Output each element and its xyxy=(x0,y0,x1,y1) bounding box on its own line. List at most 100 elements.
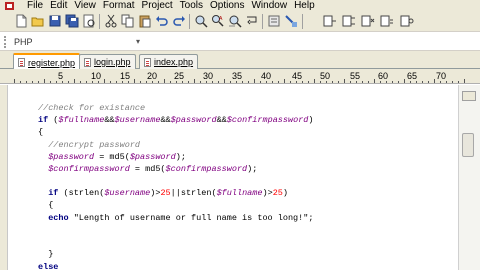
editor-gutter[interactable] xyxy=(0,85,8,270)
save-icon[interactable] xyxy=(48,14,62,28)
ruler-tick xyxy=(266,81,267,83)
ruler-tick xyxy=(128,81,129,83)
menu-help[interactable]: Help xyxy=(294,0,315,11)
ruler-tick xyxy=(458,81,459,83)
vertical-scrollbar[interactable] xyxy=(458,85,480,270)
ruler-tick xyxy=(308,81,309,83)
svg-text:A: A xyxy=(219,16,223,22)
bookmark-icon[interactable] xyxy=(284,14,298,28)
ruler-tick xyxy=(242,81,243,83)
bookmark-prev-icon[interactable] xyxy=(342,14,356,28)
menu-window[interactable]: Window xyxy=(251,0,287,11)
copy-icon[interactable] xyxy=(121,14,135,28)
ruler-tick xyxy=(146,81,147,83)
ruler-tick xyxy=(44,79,45,83)
scroll-up-button[interactable] xyxy=(462,91,476,101)
ruler-tick xyxy=(80,81,81,83)
code-operator: && xyxy=(104,115,115,125)
toolbar-grip[interactable] xyxy=(4,36,7,48)
menu-project[interactable]: Project xyxy=(142,0,173,11)
tab-register-php[interactable]: register.php xyxy=(13,53,81,70)
menu-edit[interactable]: Edit xyxy=(50,0,67,11)
ruler-tick xyxy=(206,81,207,83)
options-icon[interactable] xyxy=(400,14,414,28)
ruler-tick xyxy=(320,81,321,83)
code-keyword: if xyxy=(38,188,59,198)
code-variable: $confirmpassword xyxy=(38,164,130,174)
php-file-icon xyxy=(144,57,151,67)
save-all-icon[interactable] xyxy=(65,14,79,28)
toolbar-separator xyxy=(99,14,100,29)
code-line: $password = md5($password); xyxy=(38,151,186,163)
ruler-tick xyxy=(164,79,165,83)
code-operator: && xyxy=(160,115,171,125)
redo-icon[interactable] xyxy=(172,14,186,28)
find-icon[interactable] xyxy=(194,14,208,28)
scrollbar-thumb[interactable] xyxy=(462,133,474,157)
ruler-tick xyxy=(122,81,123,83)
tab-label: register.php xyxy=(28,57,76,68)
ruler-tick xyxy=(452,81,453,83)
chevron-down-icon[interactable]: ▾ xyxy=(136,37,140,46)
undo-icon[interactable] xyxy=(155,14,169,28)
menu-format[interactable]: Format xyxy=(103,0,135,11)
ruler-number: 10 xyxy=(91,71,102,81)
tab-label: index.php xyxy=(154,57,194,67)
ruler-tick xyxy=(434,79,435,83)
ruler-tick xyxy=(218,81,219,83)
code-editor[interactable]: //check for existance if ($fullname&&$us… xyxy=(9,85,458,270)
menu-view[interactable]: View xyxy=(74,0,96,11)
php-file-icon xyxy=(18,58,25,67)
code-variable: $username xyxy=(104,188,151,198)
ruler-tick xyxy=(50,81,51,83)
ruler-tick xyxy=(410,81,411,83)
ruler-tick xyxy=(92,81,93,83)
ruler-tick xyxy=(182,81,183,83)
code-operator: && xyxy=(216,115,227,125)
language-select[interactable]: PHP xyxy=(14,37,33,47)
code-text: ); xyxy=(175,152,186,162)
ruler-tick xyxy=(368,81,369,83)
ruler-number: 5 xyxy=(58,71,64,81)
bookmark-next-icon[interactable] xyxy=(323,14,337,28)
code-text: { xyxy=(38,200,54,210)
ruler-number: 25 xyxy=(174,71,185,81)
bookmark-list-icon[interactable] xyxy=(380,14,394,28)
menu-options[interactable]: Options xyxy=(210,0,244,11)
ruler-tick xyxy=(74,79,75,83)
code-text: = md5( xyxy=(94,152,130,162)
code-line: if (strlen($username)>25||strlen($fullna… xyxy=(38,187,288,199)
ruler-tick xyxy=(32,81,33,83)
toolbar-separator xyxy=(302,14,303,29)
wrap-icon[interactable] xyxy=(245,14,259,28)
paste-icon[interactable] xyxy=(138,14,152,28)
ruler-number: 65 xyxy=(407,71,418,81)
code-text: (strlen( xyxy=(58,188,105,198)
ruler-number: 35 xyxy=(232,71,243,81)
code-text: )> xyxy=(150,188,161,198)
find-replace-icon[interactable]: A xyxy=(211,14,225,28)
tools-icon[interactable] xyxy=(267,14,281,28)
ruler-number: 45 xyxy=(292,71,303,81)
open-folder-icon[interactable] xyxy=(31,14,45,28)
find-in-files-icon[interactable] xyxy=(228,14,242,28)
code-line: else xyxy=(38,261,58,270)
tab-index-php[interactable]: index.php xyxy=(139,54,199,69)
print-preview-icon[interactable] xyxy=(82,14,96,28)
code-text: ) xyxy=(282,188,289,198)
ruler-tick xyxy=(38,81,39,83)
new-file-icon[interactable] xyxy=(14,14,28,28)
menu-tools[interactable]: Tools xyxy=(180,0,203,11)
code-line: echo "Length of username or full name is… xyxy=(38,212,313,224)
code-text: ); xyxy=(247,164,258,174)
bookmark-clear-icon[interactable] xyxy=(361,14,375,28)
ruler-tick xyxy=(104,79,105,83)
cut-icon[interactable] xyxy=(104,14,118,28)
ruler-tick xyxy=(26,81,27,83)
tab-login-php[interactable]: login.php xyxy=(79,54,136,69)
ruler-tick xyxy=(404,79,405,83)
ruler-tick xyxy=(56,81,57,83)
ruler-tick xyxy=(392,81,393,83)
ruler-tick xyxy=(110,81,111,83)
menu-file[interactable]: File xyxy=(27,0,43,11)
